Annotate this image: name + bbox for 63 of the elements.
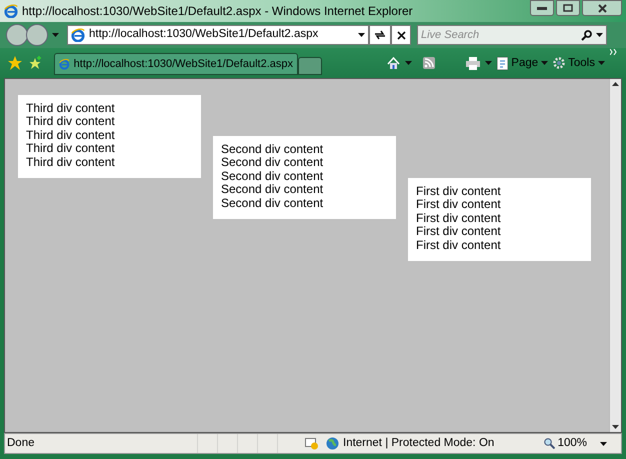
blocked-popup-icon[interactable] <box>305 438 318 450</box>
content-line: Third div content <box>26 142 116 156</box>
page-icon <box>497 56 508 70</box>
globe-icon <box>326 437 339 450</box>
back-button[interactable] <box>6 24 28 46</box>
content-line: Second div content <box>221 170 324 184</box>
page-menu[interactable]: Page <box>497 54 548 72</box>
forward-button[interactable] <box>26 24 48 46</box>
e-logo-icon <box>4 4 18 18</box>
content-line: First div content <box>416 185 502 198</box>
caret-icon <box>52 33 59 37</box>
content-line: Third div content <box>26 156 116 170</box>
content-line: Second div content <box>221 196 324 210</box>
content-line: Third div content <box>26 128 116 142</box>
add-star-icon[interactable] <box>28 56 42 70</box>
caret-icon <box>600 442 607 446</box>
window-title: http://localhost:1030/WebSite1/Default2.aspx - Windows Internet Explorer <box>22 3 413 20</box>
minimize-button[interactable] <box>530 0 554 16</box>
caret-icon <box>485 61 492 66</box>
home-icon[interactable] <box>387 56 400 70</box>
address-field[interactable]: http://localhost:1030/WebSite1/Default2.aspx <box>67 25 369 45</box>
close-icon <box>598 4 606 12</box>
content-line: Third div content <box>26 115 116 129</box>
stop-button[interactable] <box>391 25 411 45</box>
content-line: First div content <box>416 212 502 226</box>
caret-icon <box>405 61 412 66</box>
caret-icon <box>358 33 365 37</box>
close-icon <box>396 30 406 40</box>
caret-icon <box>598 61 605 66</box>
scroll-up-icon[interactable] <box>612 82 619 86</box>
feed-icon[interactable] <box>423 57 436 70</box>
zone-text: Internet | Protected Mode: On <box>343 436 494 451</box>
caret-icon <box>596 33 603 37</box>
star-icon[interactable] <box>8 56 22 70</box>
content-line: First div content <box>416 198 502 212</box>
refresh-icon <box>374 30 386 40</box>
search-icon <box>581 30 592 40</box>
new-tab-button[interactable] <box>298 57 322 75</box>
content-line: Second div content <box>221 156 324 170</box>
scroll-down-icon[interactable] <box>612 425 619 429</box>
gear-icon <box>553 57 566 70</box>
search-input[interactable]: Live Search <box>421 26 561 44</box>
content-line: Third div content <box>26 102 116 116</box>
content-line: First div content <box>416 225 502 239</box>
content-line: First div content <box>416 238 502 252</box>
zoom-button[interactable]: 100% <box>544 434 607 452</box>
chevron-icon[interactable] <box>610 48 618 55</box>
browser-tab[interactable]: http://localhost:1030/WebSite1/Default2.aspx <box>54 53 298 75</box>
maximize-button[interactable] <box>556 0 580 16</box>
close-button[interactable] <box>582 0 622 16</box>
content-line: Second div content <box>221 143 324 156</box>
status-text: Done <box>7 436 36 451</box>
minimize-icon <box>537 6 547 10</box>
e-logo-icon <box>71 28 85 42</box>
e-logo-icon <box>59 57 70 71</box>
tools-menu[interactable]: Tools <box>553 54 605 72</box>
maximize-icon <box>563 4 573 12</box>
content-line: Second div content <box>221 183 324 197</box>
refresh-button[interactable] <box>369 25 391 45</box>
magnifier-icon <box>544 438 555 449</box>
printer-icon[interactable] <box>466 56 480 70</box>
search-box[interactable]: Live Search <box>417 25 607 45</box>
caret-icon <box>541 61 548 66</box>
